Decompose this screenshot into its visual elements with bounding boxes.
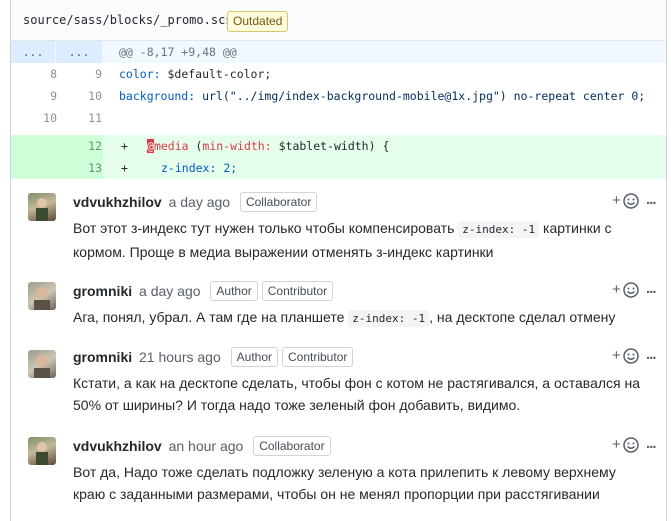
comment-time[interactable]: an hour ago: [169, 438, 244, 454]
smiley-icon: [623, 193, 639, 209]
css-value: $default-color;: [160, 67, 272, 81]
hunk-header-row: ... ... @@ -8,17 +9,48 @@: [11, 41, 666, 63]
text-cursor: @: [147, 139, 154, 153]
css-value: url("../img/index-background-mobile@1x.j…: [195, 89, 646, 103]
old-line-number[interactable]: 10: [19, 107, 57, 129]
smiley-icon: [623, 437, 639, 453]
inline-code: z-index: -1: [348, 310, 430, 327]
author-badge: Author: [210, 281, 258, 301]
comment-time[interactable]: a day ago: [169, 194, 231, 210]
plus-icon: +: [612, 281, 621, 298]
comment-body: Вот да, Надо тоже сделать подложку зелен…: [73, 464, 616, 502]
more-options-icon[interactable]: ...: [646, 435, 656, 452]
more-options-icon[interactable]: ...: [646, 346, 656, 363]
comment-author[interactable]: vdvukhzhilov: [73, 438, 162, 454]
css-at-rule: media: [153, 139, 189, 153]
comment-header: gromniki 21 hours ago Author Contributor: [73, 346, 354, 368]
comment-text: Ага, понял, убрал. А там где на планшете: [73, 309, 349, 325]
add-reaction-button[interactable]: + ...: [612, 435, 656, 455]
more-options-icon[interactable]: ...: [646, 191, 656, 208]
diff-code: z-index: 2;: [161, 157, 237, 179]
new-line-number[interactable]: 10: [64, 85, 102, 107]
diff-line: 8 9 color: $default-color;: [11, 63, 666, 85]
more-options-icon[interactable]: ...: [646, 280, 656, 297]
hunk-header: @@ -8,17 +9,48 @@: [119, 45, 237, 59]
css-value: 2;: [216, 161, 238, 175]
avatar[interactable]: [28, 437, 56, 465]
diff-line-added: 12 + @media (min-width: $tablet-width) {: [11, 135, 666, 157]
avatar[interactable]: [28, 282, 56, 310]
add-reaction-button[interactable]: + ...: [612, 346, 656, 366]
avatar[interactable]: [28, 193, 56, 221]
add-reaction-button[interactable]: + ...: [612, 280, 656, 300]
comment-time[interactable]: a day ago: [139, 283, 201, 299]
expand-up-button[interactable]: ...: [11, 41, 55, 63]
comment-header: vdvukhzhilov an hour ago Collaborator: [73, 435, 331, 457]
smiley-icon: [623, 282, 639, 298]
comment-author[interactable]: vdvukhzhilov: [73, 194, 162, 210]
css-value: $tablet-width) {: [271, 139, 390, 153]
comment-body: Вот этот з-индекс тут нужен только чтобы…: [73, 217, 643, 263]
contributor-badge: Contributor: [261, 281, 334, 301]
collaborator-badge: Collaborator: [253, 436, 331, 456]
plus-icon: +: [612, 436, 621, 453]
collaborator-badge: Collaborator: [239, 192, 318, 212]
diff-code: @media (min-width: $tablet-width) {: [147, 135, 389, 157]
diff-snippet: ... ... @@ -8,17 +9,48 @@ 8 9 color: $de…: [11, 41, 666, 179]
comment-author[interactable]: gromniki: [73, 283, 132, 299]
css-property: background:: [119, 89, 196, 103]
comment-text: , на десктопе сделал отмену: [429, 309, 616, 325]
old-line-number[interactable]: 8: [19, 63, 57, 85]
avatar[interactable]: [28, 350, 56, 378]
new-line-number[interactable]: 12: [64, 135, 102, 157]
author-badge: Author: [230, 347, 278, 367]
code-paren: (: [188, 139, 203, 153]
review-thread: source/sass/blocks/_promo.scss Outdated …: [10, 0, 667, 521]
new-line-number[interactable]: 9: [64, 63, 102, 85]
diff-code: background: url("../img/index-background…: [119, 85, 645, 107]
css-property: z-index:: [161, 161, 217, 175]
plus-icon: +: [612, 347, 621, 364]
diff-line: 9 10 background: url("../img/index-backg…: [11, 85, 666, 107]
comment-header: gromniki a day ago Author Contributor: [73, 280, 334, 302]
comment-author[interactable]: gromniki: [73, 349, 132, 365]
add-reaction-button[interactable]: + ...: [612, 191, 656, 211]
comment-body: Кстати, а как на десктопе сделать, чтобы…: [73, 375, 641, 413]
added-sign: +: [121, 161, 128, 175]
inline-code: z-index: -1: [458, 221, 540, 238]
comment-time[interactable]: 21 hours ago: [139, 349, 221, 365]
diff-line: 10 11: [11, 107, 666, 129]
diff-line-added: 13 + z-index: 2;: [11, 157, 666, 179]
comment-header: vdvukhzhilov a day ago Collaborator: [73, 191, 318, 213]
outdated-badge: Outdated: [227, 11, 289, 32]
plus-icon: +: [612, 192, 621, 209]
comment-body: Ага, понял, убрал. А там где на планшете…: [73, 306, 643, 330]
contributor-badge: Contributor: [282, 347, 354, 367]
old-line-number[interactable]: 9: [19, 85, 57, 107]
css-property: color:: [119, 67, 161, 81]
added-sign: +: [121, 139, 128, 153]
file-header: source/sass/blocks/_promo.scss Outdated: [11, 0, 666, 41]
expand-down-button[interactable]: ...: [56, 41, 102, 63]
file-path[interactable]: source/sass/blocks/_promo.scss: [23, 13, 240, 27]
comment-text: Вот этот з-индекс тут нужен только чтобы…: [73, 220, 459, 236]
new-line-number[interactable]: 11: [64, 107, 102, 129]
new-line-number[interactable]: 13: [64, 157, 102, 179]
diff-code: color: $default-color;: [119, 63, 271, 85]
smiley-icon: [623, 348, 639, 364]
css-property: min-width:: [202, 139, 272, 153]
